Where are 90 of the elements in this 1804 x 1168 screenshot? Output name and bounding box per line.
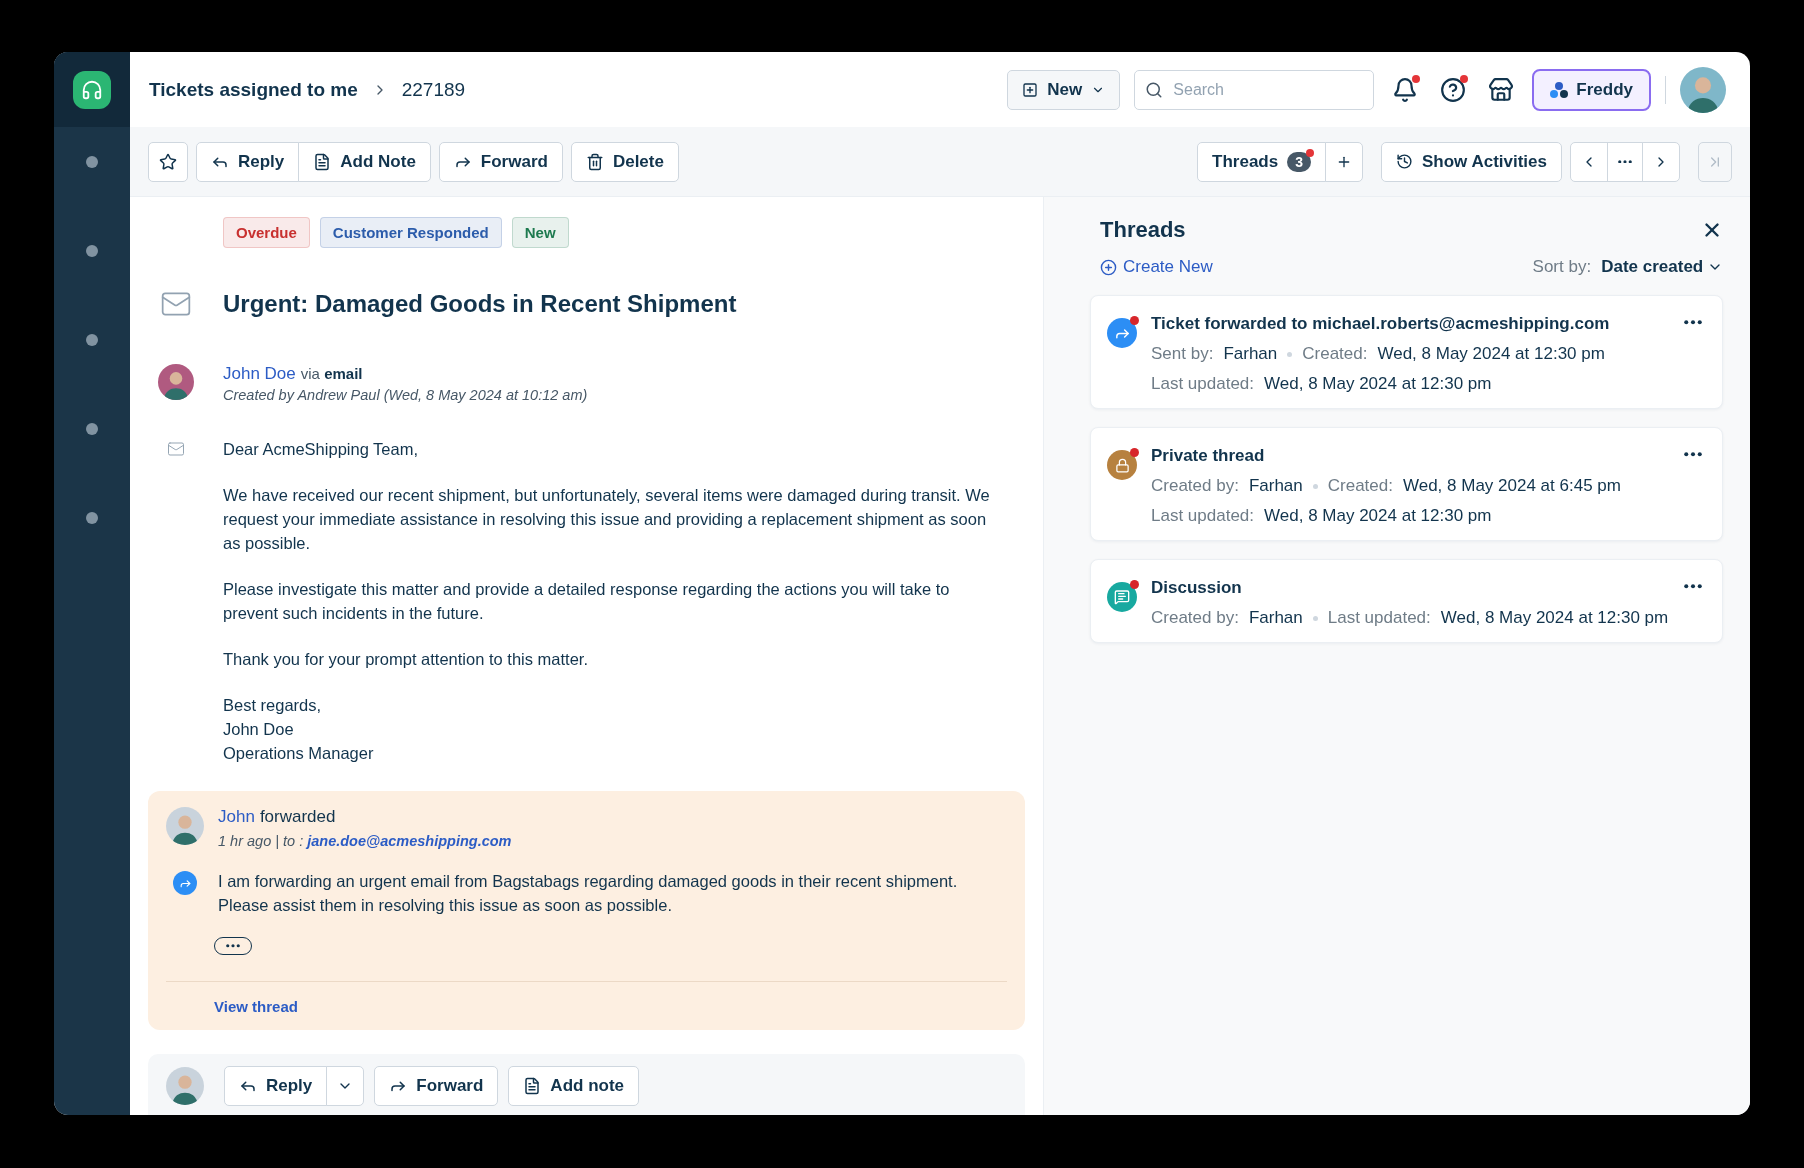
signature-line: John Doe [223, 719, 295, 740]
more-icon [1684, 452, 1703, 457]
search-field[interactable]: Search [1134, 69, 1375, 110]
meta-value: Wed, 8 May 2024 at 12:30 pm [1264, 506, 1492, 526]
avatar [166, 807, 204, 845]
message-paragraph: We have received our recent shipment, but unfortunately, several items were damaged during transit. We request your immediate assistance in resolving this issue and providing a replacement shipment as soon as possible. [223, 485, 991, 554]
star-button[interactable] [148, 141, 188, 182]
meta-label: Last updated: [1151, 506, 1255, 526]
delete-button[interactable]: Delete [570, 141, 679, 182]
thread-title: Discussion [1151, 578, 1243, 598]
logo-icon [73, 70, 111, 109]
signature-line: Operations Manager [223, 743, 375, 764]
meta-value: Wed, 8 May 2024 at 12:30 pm [1440, 608, 1669, 628]
ticket-title: Urgent: Damaged Goods in Recent Shipment [223, 290, 737, 318]
meta-value: Wed, 8 May 2024 at 12:30 pm [1377, 344, 1605, 364]
history-icon [1396, 153, 1413, 170]
nav-icon[interactable] [86, 512, 98, 524]
meta-value: Wed, 8 May 2024 at 6:45 pm [1402, 476, 1621, 496]
more-icon [226, 944, 240, 948]
channel-text: via email [300, 365, 363, 382]
thread-title: Private thread [1151, 446, 1266, 466]
ticket-number: 227189 [401, 78, 466, 101]
more-icon [1684, 320, 1703, 325]
meta-value: Farhan [1248, 608, 1303, 628]
status-tag: Customer Responded [319, 217, 502, 248]
assistant-button[interactable]: Freddy [1532, 68, 1651, 111]
reply-button[interactable]: Reply [196, 141, 300, 182]
greeting-text: Dear AcmeShipping Team, [223, 439, 420, 460]
thread-card[interactable]: Ticket forwarded to michael.roberts@acmeshipping.com Sent by: Farhan Created: Wed, 8 May 2024 at 12:30 pm Last updated: Wed, 8 May 2024 at 12:30 pm [1090, 295, 1724, 409]
meta-value: Farhan [1248, 476, 1303, 496]
show-activities-button[interactable]: Show Activities [1381, 141, 1562, 182]
nav-icon[interactable] [86, 156, 98, 168]
nav-icon[interactable] [86, 334, 98, 346]
view-thread-link[interactable]: View thread [214, 998, 298, 1015]
nav-icon[interactable] [86, 245, 98, 257]
sort-label: Sort by: [1532, 257, 1592, 277]
action-text: forwarded [259, 807, 336, 827]
avatar [1680, 66, 1726, 113]
create-new-button[interactable]: Create New [1100, 257, 1213, 277]
note-icon [313, 152, 332, 171]
trash-icon [585, 152, 604, 171]
message-paragraph: Please investigate this matter and provide a detailed response regarding the actions you will take to prevent such incidents in the future. [223, 579, 951, 624]
author-link[interactable]: John [218, 807, 255, 827]
meta-value: Farhan [1223, 344, 1278, 364]
threads-button[interactable]: Threads 3 [1197, 141, 1326, 182]
more-icon [1618, 159, 1632, 164]
plus-icon [1100, 258, 1117, 276]
status-tag: Overdue [223, 217, 310, 248]
sender-link[interactable]: John Doe [223, 364, 296, 384]
meta-label: Created: [1327, 476, 1393, 496]
thread-title: Ticket forwarded to michael.roberts@acmeshipping.com [1151, 314, 1610, 334]
reply-button[interactable]: Reply [224, 1066, 328, 1106]
meta-label: Last updated: [1151, 374, 1255, 394]
meta-text: 1 hr ago | to : [218, 833, 304, 849]
assistant-icon [1550, 80, 1569, 99]
plus-icon [1022, 81, 1039, 98]
signature-line: Best regards, [223, 695, 323, 716]
new-button[interactable]: New [1007, 69, 1121, 110]
add-note-button[interactable]: Add note [508, 1066, 639, 1106]
sort-dropdown[interactable]: Date created [1591, 257, 1724, 277]
add-note-button[interactable]: Add Note [298, 141, 431, 182]
meta-label: Created by: [1151, 608, 1239, 628]
forward-button[interactable]: Forward [438, 141, 563, 182]
avatar [166, 1067, 204, 1105]
meta-label: Created by: [1151, 476, 1239, 496]
forward-message: I am forwarding an urgent email from Bagstabags regarding damaged goods in their recent shipment. Please assist them in resolving this issue as soon as possible. [218, 871, 959, 916]
meta-label: Created: [1302, 344, 1368, 364]
chat-icon [1114, 589, 1130, 605]
more-icon [1684, 584, 1703, 589]
breadcrumb-link[interactable]: Tickets assigned to me [149, 78, 358, 101]
note-icon [523, 1077, 542, 1095]
status-tag: New [511, 217, 569, 248]
add-button[interactable] [1325, 141, 1363, 182]
meta-value: Wed, 8 May 2024 at 12:30 pm [1264, 374, 1492, 394]
message-paragraph: Thank you for your prompt attention to this matter. [223, 649, 589, 670]
thread-card[interactable]: Private thread Created by: Farhan Created: Wed, 8 May 2024 at 6:45 pm Last updated: Wed, 8 May 2024 at 12:30 pm [1090, 427, 1724, 541]
created-text: Created by Andrew Paul (Wed, 8 May 2024 at 10:12 am) [223, 387, 588, 403]
mail-icon [166, 440, 185, 458]
thread-card[interactable]: Discussion Created by: Farhan Last updated: Wed, 8 May 2024 at 12:30 pm [1090, 559, 1724, 643]
search-icon [1145, 80, 1164, 99]
nav-icon[interactable] [86, 423, 98, 435]
forward-button[interactable]: Forward [374, 1066, 499, 1106]
panel-title: Threads [1100, 217, 1186, 243]
meta-label: Last updated: [1327, 608, 1431, 628]
avatar [157, 364, 194, 400]
email-link[interactable]: jane.doe@acmeshipping.com [307, 833, 512, 849]
star-icon [159, 152, 177, 171]
meta-label: Sent by: [1151, 344, 1214, 364]
count-badge: 3 [1287, 151, 1311, 172]
lock-icon [1114, 457, 1130, 473]
